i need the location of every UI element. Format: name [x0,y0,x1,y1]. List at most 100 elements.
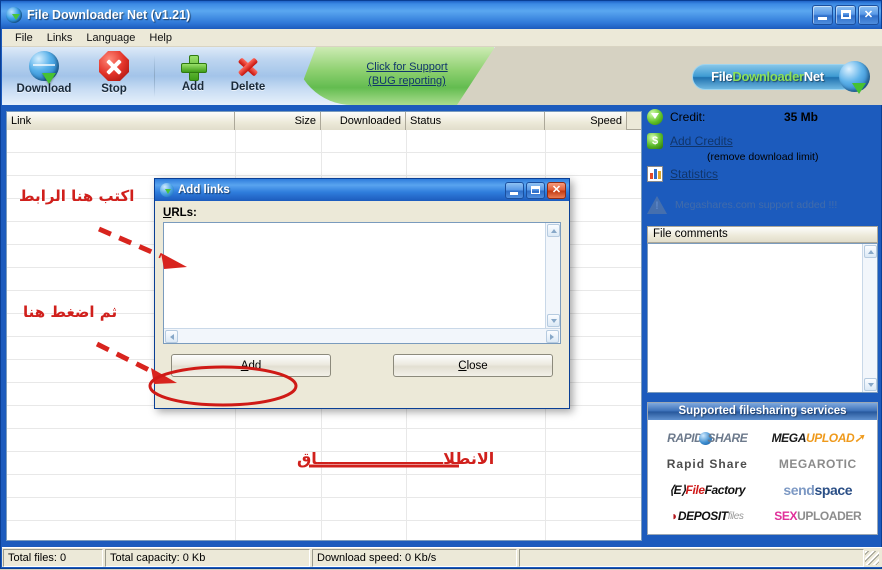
brand-globe-icon [839,61,870,94]
credit-icon [647,109,663,125]
title-bar: File Downloader Net (v1.21) ✕ [1,1,882,29]
service-logo-depositfiles: ◗ DEPOSIT files [670,509,744,523]
delete-button[interactable]: Delete [212,51,284,101]
close-button[interactable]: ✕ [858,5,879,25]
dialog-window-controls: ✕ [505,181,569,199]
column-header-speed[interactable]: Speed [545,112,627,130]
supported-services-grid: RAPID SHARE MEGA UPLOAD ➚ Rapid Share MEGA… [648,420,877,534]
toolbar-separator [154,55,155,97]
dialog-maximize-button[interactable] [526,181,545,199]
column-header-link[interactable]: Link [7,112,235,130]
annotation-write-link-here: اكتب هنا الرابط [19,187,135,205]
menu-item-links[interactable]: Links [40,31,80,45]
file-comments-box[interactable] [647,243,878,393]
window-title: File Downloader Net (v1.21) [27,8,191,22]
file-comments-scrollbar[interactable] [862,244,877,392]
scroll-up-icon[interactable] [864,245,877,258]
app-globe-icon [6,7,22,23]
add-credits-link[interactable]: Add Credits [670,134,733,148]
credit-value: 35 Mb [783,110,818,124]
close-button-accel: C [458,359,467,372]
maximize-button[interactable] [835,5,856,25]
download-list-header: Link Size Downloaded Status Speed [7,112,641,130]
annotation-then-press-here: ثم اضغط هنا [23,303,118,321]
add-credits-row[interactable]: $ Add Credits [647,133,878,149]
service-logo-filefactory: ⟨E⟩ File Factory [669,483,746,497]
scroll-down-icon[interactable] [864,378,877,391]
statistics-icon [647,166,663,182]
credit-label: Credit: [670,110,706,124]
menu-bar: File Links Language Help [2,29,882,47]
notice-row: Megashares.com support added !!! [647,196,878,214]
brand-part-net: Net [803,69,824,84]
menu-item-language[interactable]: Language [79,31,142,45]
status-download-speed: Download speed: 0 Kb/s [312,548,517,567]
urls-textarea[interactable] [163,222,561,344]
status-extra [519,548,864,567]
add-button-rest: dd [248,359,262,372]
column-header-status[interactable]: Status [406,112,545,130]
credit-row: Credit: 35 Mb [647,109,878,125]
download-button-label: Download [16,83,72,95]
warning-icon [647,196,667,214]
annotation-start: الانطلاـــــــــــــــــــــــاق [297,449,495,468]
support-link[interactable]: Click for Support (BUG reporting) [332,60,482,88]
column-header-downloaded[interactable]: Downloaded [321,112,406,130]
dialog-close-button[interactable]: ✕ [547,181,566,199]
urls-scroll-left-icon[interactable] [165,330,178,343]
green-plus-icon [181,55,207,81]
menu-item-file[interactable]: File [8,31,40,45]
dialog-title-bar: Add links ✕ [155,179,569,201]
dialog-close-button-bottom[interactable]: Close [393,354,553,377]
stop-octagon-icon [99,51,129,81]
service-logo-rapidshare: RAPID SHARE [667,431,748,445]
add-button-label: Add [181,81,205,93]
support-link-line2: (BUG reporting) [368,75,446,87]
dialog-add-button[interactable]: Add [171,354,331,377]
statistics-link[interactable]: Statistics [670,167,718,181]
resize-grip[interactable] [865,550,879,565]
urls-vertical-scrollbar[interactable] [545,223,560,328]
minimize-button[interactable] [812,5,833,25]
statistics-row[interactable]: Statistics [647,166,878,182]
notice-text: Megashares.com support added !!! [675,199,838,211]
service-logo-sendspace: send space [783,482,853,498]
window-controls: ✕ [812,5,879,25]
brand-logo: File Downloader Net [692,60,870,94]
urls-scroll-down-icon[interactable] [547,314,560,327]
service-logo-sexuploader: SEX UPLOADER [774,509,862,523]
urls-scroll-right-icon[interactable] [546,330,559,343]
delete-button-label: Delete [230,81,266,93]
download-button[interactable]: Download [8,51,80,101]
file-comments-header: File comments [647,226,878,243]
add-links-dialog: Add links ✕ URLs: A dd C lose [154,178,570,409]
menu-item-help[interactable]: Help [142,31,179,45]
status-total-capacity: Total capacity: 0 Kb [105,548,310,567]
dialog-globe-icon [160,183,174,197]
supported-services-panel: Supported filesharing services RAPID SHAR… [647,402,878,535]
globe-download-icon [29,51,59,81]
column-header-size[interactable]: Size [235,112,321,130]
dialog-buttons: Add Close [163,344,561,377]
close-button-rest: lose [466,359,488,372]
service-logo-megaupload: MEGA UPLOAD ➚ [771,431,865,445]
support-link-line1: Click for Support [366,61,448,73]
service-logo-rapidshare-de: Rapid Share [666,457,748,471]
status-total-files: Total files: 0 [3,548,103,567]
stop-button[interactable]: Stop [78,51,150,101]
dialog-title: Add links [178,184,230,196]
sidebar: Credit: 35 Mb $ Add Credits (remove down… [647,109,878,541]
urls-scroll-up-icon[interactable] [547,224,560,237]
service-logo-megarotic: MEGAROTIC [778,457,857,471]
urls-label: URLs: [163,207,561,219]
brand-part-file: File [711,69,733,84]
status-bar: Total files: 0 Total capacity: 0 Kb Down… [2,547,882,567]
add-button-accel: A [240,359,249,372]
add-credits-note: (remove download limit) [707,151,819,163]
dialog-minimize-button[interactable] [505,181,524,199]
toolbar: Download Stop Add Delete Click for Suppo… [2,47,882,105]
application-window: File Downloader Net (v1.21) ✕ File Links… [0,0,882,569]
urls-horizontal-scrollbar[interactable] [164,328,560,343]
urls-label-rest: RLs: [171,207,197,219]
stop-button-label: Stop [101,83,127,95]
